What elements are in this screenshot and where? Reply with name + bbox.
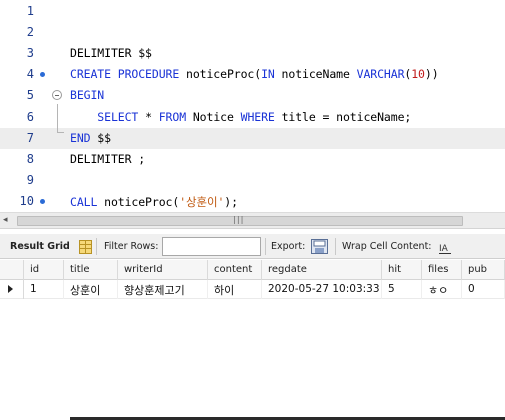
code-token: * [138, 109, 159, 124]
grid-header: id title writerId content regdate hit files pub [0, 260, 505, 280]
svg-text:IA: IA [439, 244, 449, 254]
code-token: END [70, 130, 91, 145]
code-token: IN [261, 67, 275, 82]
column-header-regdate[interactable]: regdate [262, 260, 382, 280]
filter-rows-input[interactable] [162, 237, 261, 256]
editor-line[interactable]: 1 [0, 1, 505, 22]
table-cell-regdate[interactable]: 2020-05-27 10:03:33 [262, 280, 382, 299]
line-number: 8 [26, 151, 34, 166]
sql-editor[interactable]: 1 2 3 DELIMITER $$ 4 CREATE PROCEDURE noticeP… [0, 0, 505, 212]
table-cell-pub[interactable]: 0 [462, 280, 505, 299]
scroll-left-arrow-icon[interactable]: ◂ [3, 215, 8, 225]
line-number: 4 [26, 67, 34, 82]
code-token: $$ [90, 130, 111, 145]
editor-line[interactable]: 10 CALL noticeProc('상훈이'); [0, 191, 505, 212]
grid-corner[interactable] [0, 260, 24, 280]
editor-line[interactable]: 5 BEGIN [0, 85, 505, 106]
column-header-content[interactable]: content [208, 260, 262, 280]
code-token: DELIMITER ; [70, 151, 146, 166]
table-cell-id[interactable]: 1 [24, 280, 64, 299]
code-token: ); [224, 195, 238, 210]
editor-line[interactable]: 2 [0, 22, 505, 43]
statement-marker-icon[interactable] [40, 199, 45, 205]
column-header-writerid[interactable]: writerId [118, 260, 208, 280]
code-token: noticeName [274, 67, 357, 82]
code-token: )) [424, 67, 439, 82]
fold-toggle-icon[interactable] [52, 90, 62, 101]
column-header-id[interactable]: id [24, 260, 64, 280]
editor-line[interactable]: 4 CREATE PROCEDURE noticeProc(IN noticeNa… [0, 64, 505, 85]
code-token: Notice [186, 109, 241, 124]
horizontal-scrollbar[interactable]: ◂ ||| [0, 212, 505, 229]
toolbar-separator [335, 238, 336, 255]
line-number: 10 [19, 194, 34, 209]
code-token: WHERE [240, 109, 275, 124]
column-header-files[interactable]: files [422, 260, 462, 280]
code-text[interactable]: CREATE PROCEDURE noticeProc(IN noticeNam… [70, 67, 439, 81]
table-cell-writerid[interactable]: 향상훈제고기 [118, 280, 208, 299]
code-text[interactable]: END $$ [70, 131, 111, 145]
code-text[interactable]: CALL noticeProc('상훈이'); [70, 194, 238, 210]
column-header-pub[interactable]: pub [462, 260, 505, 280]
export-icon[interactable] [311, 239, 328, 258]
result-grid-tab[interactable]: Result Grid [10, 241, 70, 252]
code-token: FROM [158, 109, 187, 124]
toolbar-separator [96, 238, 97, 255]
code-token: noticeProc( [179, 67, 262, 82]
editor-line[interactable]: 6 SELECT * FROM Notice WHERE title = not… [0, 107, 505, 128]
line-number: 6 [26, 109, 34, 124]
wrap-cell-content-label: Wrap Cell Content: [342, 241, 432, 252]
editor-line[interactable]: 8 DELIMITER ; [0, 149, 505, 170]
filter-rows-label: Filter Rows: [104, 241, 159, 252]
editor-line[interactable]: 9 [0, 170, 505, 191]
table-cell-title[interactable]: 상훈이 [64, 280, 118, 299]
scrollbar-grip-icon: ||| [232, 215, 244, 224]
toolbar-separator [265, 238, 266, 255]
code-token: noticeProc( [97, 195, 180, 210]
column-header-hit[interactable]: hit [382, 260, 422, 280]
code-token: title = noticeName; [274, 109, 412, 124]
fold-guide-line [57, 104, 58, 132]
result-toolbar: Result Grid Filter Rows: Export: Wrap Ce… [0, 234, 505, 259]
line-number: 5 [26, 88, 34, 103]
result-grid: id title writerId content regdate hit files pub… [0, 260, 505, 420]
table-cell-hit[interactable]: 5 [382, 280, 422, 299]
code-token: CALL [70, 195, 98, 210]
export-label: Export: [271, 241, 306, 252]
code-token: DELIMITER $$ [70, 45, 152, 60]
column-header-title[interactable]: title [64, 260, 118, 280]
row-selector-arrow-icon[interactable] [0, 280, 24, 299]
code-token: VARCHAR [356, 67, 405, 82]
line-number: 3 [26, 45, 34, 60]
table-row[interactable]: 1 상훈이 향상훈제고기 하이 2020-05-27 10:03:33 5 ㅎㅇ 0 [0, 280, 505, 299]
code-text[interactable]: BEGIN [70, 88, 104, 102]
scrollbar-thumb[interactable]: ||| [17, 215, 463, 226]
line-number: 1 [26, 3, 34, 18]
grid-icon[interactable] [79, 239, 92, 258]
code-token: SELECT [70, 109, 139, 124]
code-text[interactable]: DELIMITER $$ [70, 46, 152, 60]
editor-line[interactable]: 7 END $$ [0, 127, 505, 149]
table-cell-content[interactable]: 하이 [208, 280, 262, 299]
code-token: '상훈이' [179, 195, 225, 210]
line-number: 2 [26, 24, 34, 39]
code-text[interactable]: DELIMITER ; [70, 152, 145, 166]
code-token: CREATE PROCEDURE [70, 67, 180, 82]
table-cell-files[interactable]: ㅎㅇ [422, 280, 462, 299]
editor-line[interactable]: 3 DELIMITER $$ [0, 43, 505, 64]
code-token: BEGIN [70, 88, 105, 103]
wrap-cell-icon[interactable]: IA [439, 240, 452, 259]
fold-guide-end [57, 132, 64, 133]
line-number: 9 [26, 173, 34, 188]
code-token: 10 [411, 67, 425, 82]
line-number: 7 [26, 130, 34, 145]
code-text[interactable]: SELECT * FROM Notice WHERE title = notic… [70, 110, 411, 124]
statement-marker-icon[interactable] [40, 72, 45, 78]
